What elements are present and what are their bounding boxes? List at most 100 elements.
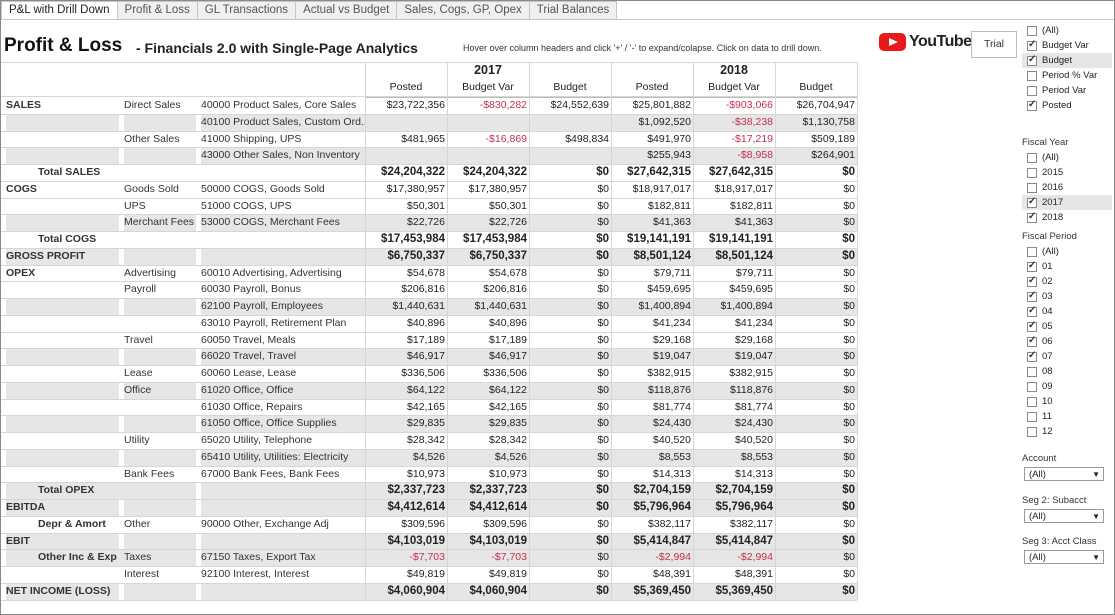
trial-button[interactable]: Trial (971, 31, 1017, 58)
value-cell[interactable]: $0 (775, 381, 857, 399)
value-cell[interactable]: $5,369,450 (693, 582, 775, 600)
value-cell[interactable]: $4,526 (365, 448, 447, 466)
fiscal-period-option[interactable]: 08 (1022, 364, 1112, 379)
checkbox-checked-icon[interactable] (1027, 196, 1037, 208)
value-cell[interactable]: $64,122 (365, 381, 447, 399)
row-account-label[interactable]: 67150 Taxes, Export Tax (201, 549, 365, 566)
value-cell[interactable]: $48,391 (611, 566, 693, 583)
value-cell[interactable]: $10,973 (365, 466, 447, 483)
row-account-label[interactable]: 61020 Office, Office (201, 381, 365, 399)
value-cell[interactable]: $1,130,758 (775, 113, 857, 131)
value-cell[interactable]: $0 (529, 315, 611, 332)
value-cell[interactable]: $41,363 (693, 214, 775, 231)
value-cell[interactable]: $0 (775, 582, 857, 600)
value-cell[interactable]: $17,189 (365, 332, 447, 349)
value-cell[interactable]: $309,596 (447, 516, 529, 533)
value-cell[interactable]: $6,750,337 (447, 247, 529, 265)
checkbox-checked-icon[interactable] (1027, 275, 1037, 287)
value-cell[interactable]: $40,896 (365, 315, 447, 332)
value-cell[interactable]: $5,796,964 (693, 499, 775, 516)
checkbox-checked-icon[interactable] (1027, 39, 1037, 51)
row-account-label[interactable]: 65410 Utility, Utilities: Electricity (201, 448, 365, 466)
value-cell[interactable]: -$17,219 (693, 131, 775, 148)
value-cell[interactable]: $0 (529, 549, 611, 566)
value-cell[interactable]: $0 (775, 482, 857, 499)
value-cell[interactable]: $0 (529, 265, 611, 282)
value-cell[interactable]: $0 (775, 164, 857, 181)
value-cell[interactable]: $509,189 (775, 131, 857, 148)
value-cell[interactable]: $17,453,984 (447, 231, 529, 248)
checkbox-checked-icon[interactable] (1027, 305, 1037, 317)
col-header-posted-2018[interactable]: Posted (611, 79, 693, 96)
value-cell[interactable]: $8,553 (693, 448, 775, 466)
value-cell[interactable]: $182,811 (693, 198, 775, 215)
value-cell[interactable]: $2,704,159 (693, 482, 775, 499)
value-cell[interactable]: $0 (529, 499, 611, 516)
checkbox-checked-icon[interactable] (1027, 290, 1037, 302)
value-cell[interactable]: $0 (775, 516, 857, 533)
value-cell[interactable]: $17,380,957 (447, 181, 529, 198)
value-cell[interactable]: $41,363 (611, 214, 693, 231)
row-account-label[interactable]: 51000 COGS, UPS (201, 198, 365, 215)
chevron-down-icon[interactable]: ▼ (1092, 510, 1100, 524)
year-header-2018[interactable]: 2018 (611, 62, 857, 79)
col-header-budget-2018[interactable]: Budget (775, 79, 857, 96)
value-cell[interactable]: $4,412,614 (365, 499, 447, 516)
value-cell[interactable]: $0 (529, 399, 611, 416)
value-cell[interactable]: $10,973 (447, 466, 529, 483)
checkbox-empty-icon[interactable] (1027, 411, 1037, 422)
row-account-label[interactable] (201, 247, 365, 265)
col-header-budget-var-2017[interactable]: Budget Var (447, 79, 529, 96)
checkbox-checked-icon[interactable] (1027, 54, 1037, 66)
tab-trial-balances[interactable]: Trial Balances (529, 1, 618, 20)
value-cell[interactable]: $42,165 (447, 399, 529, 416)
value-cell[interactable]: $5,414,847 (693, 532, 775, 550)
row-account-label[interactable]: 65020 Utility, Telephone (201, 432, 365, 449)
checkbox-empty-icon[interactable] (1027, 152, 1037, 163)
fiscal-period-option[interactable]: 05 (1022, 319, 1112, 334)
tab-gl-transactions[interactable]: GL Transactions (197, 1, 297, 20)
value-cell[interactable]: $0 (775, 432, 857, 449)
value-cell[interactable]: -$7,703 (365, 549, 447, 566)
value-cell[interactable]: $0 (775, 181, 857, 198)
value-cell[interactable]: $382,117 (611, 516, 693, 533)
value-cell[interactable]: $17,453,984 (365, 231, 447, 248)
row-account-label[interactable]: 40100 Product Sales, Custom Ord.. (201, 113, 365, 131)
value-cell[interactable]: $481,965 (365, 131, 447, 148)
value-cell[interactable]: $50,301 (447, 198, 529, 215)
value-cell[interactable]: $4,060,904 (447, 582, 529, 600)
value-cell[interactable] (447, 113, 529, 131)
value-cell[interactable]: $0 (775, 281, 857, 298)
value-cell[interactable]: $24,430 (611, 415, 693, 432)
checkbox-empty-icon[interactable] (1027, 396, 1037, 407)
value-cell[interactable]: $182,811 (611, 198, 693, 215)
value-cell[interactable]: $24,204,322 (447, 164, 529, 181)
value-cell[interactable]: $5,796,964 (611, 499, 693, 516)
value-cell[interactable]: $1,400,894 (611, 298, 693, 315)
value-cell[interactable]: $27,642,315 (693, 164, 775, 181)
value-cell[interactable]: $24,430 (693, 415, 775, 432)
value-cell[interactable]: -$38,238 (693, 113, 775, 131)
measure-option[interactable]: Period % Var (1022, 68, 1112, 83)
value-cell[interactable]: $8,501,124 (611, 247, 693, 265)
fiscal-year-option[interactable]: 2018 (1022, 210, 1112, 225)
value-cell[interactable]: $28,342 (447, 432, 529, 449)
value-cell[interactable]: $0 (775, 231, 857, 248)
tab-sales-cogs-gp-opex[interactable]: Sales, Cogs, GP, Opex (397, 1, 530, 20)
value-cell[interactable]: $18,917,017 (611, 181, 693, 198)
value-cell[interactable]: $4,060,904 (365, 582, 447, 600)
value-cell[interactable]: $0 (529, 381, 611, 399)
value-cell[interactable]: $29,168 (611, 332, 693, 349)
value-cell[interactable]: $4,103,019 (365, 532, 447, 550)
value-cell[interactable]: $0 (529, 231, 611, 248)
value-cell[interactable]: $491,970 (611, 131, 693, 148)
fiscal-year-option[interactable]: 2016 (1022, 180, 1112, 195)
value-cell[interactable]: $40,896 (447, 315, 529, 332)
fiscal-year-option[interactable]: 2015 (1022, 165, 1112, 180)
value-cell[interactable]: -$7,703 (447, 549, 529, 566)
tab-actual-vs-budget[interactable]: Actual vs Budget (296, 1, 398, 20)
value-cell[interactable]: $1,092,520 (611, 113, 693, 131)
measure-option[interactable]: Posted (1022, 98, 1112, 113)
value-cell[interactable]: $79,711 (693, 265, 775, 282)
value-cell[interactable]: $0 (529, 298, 611, 315)
